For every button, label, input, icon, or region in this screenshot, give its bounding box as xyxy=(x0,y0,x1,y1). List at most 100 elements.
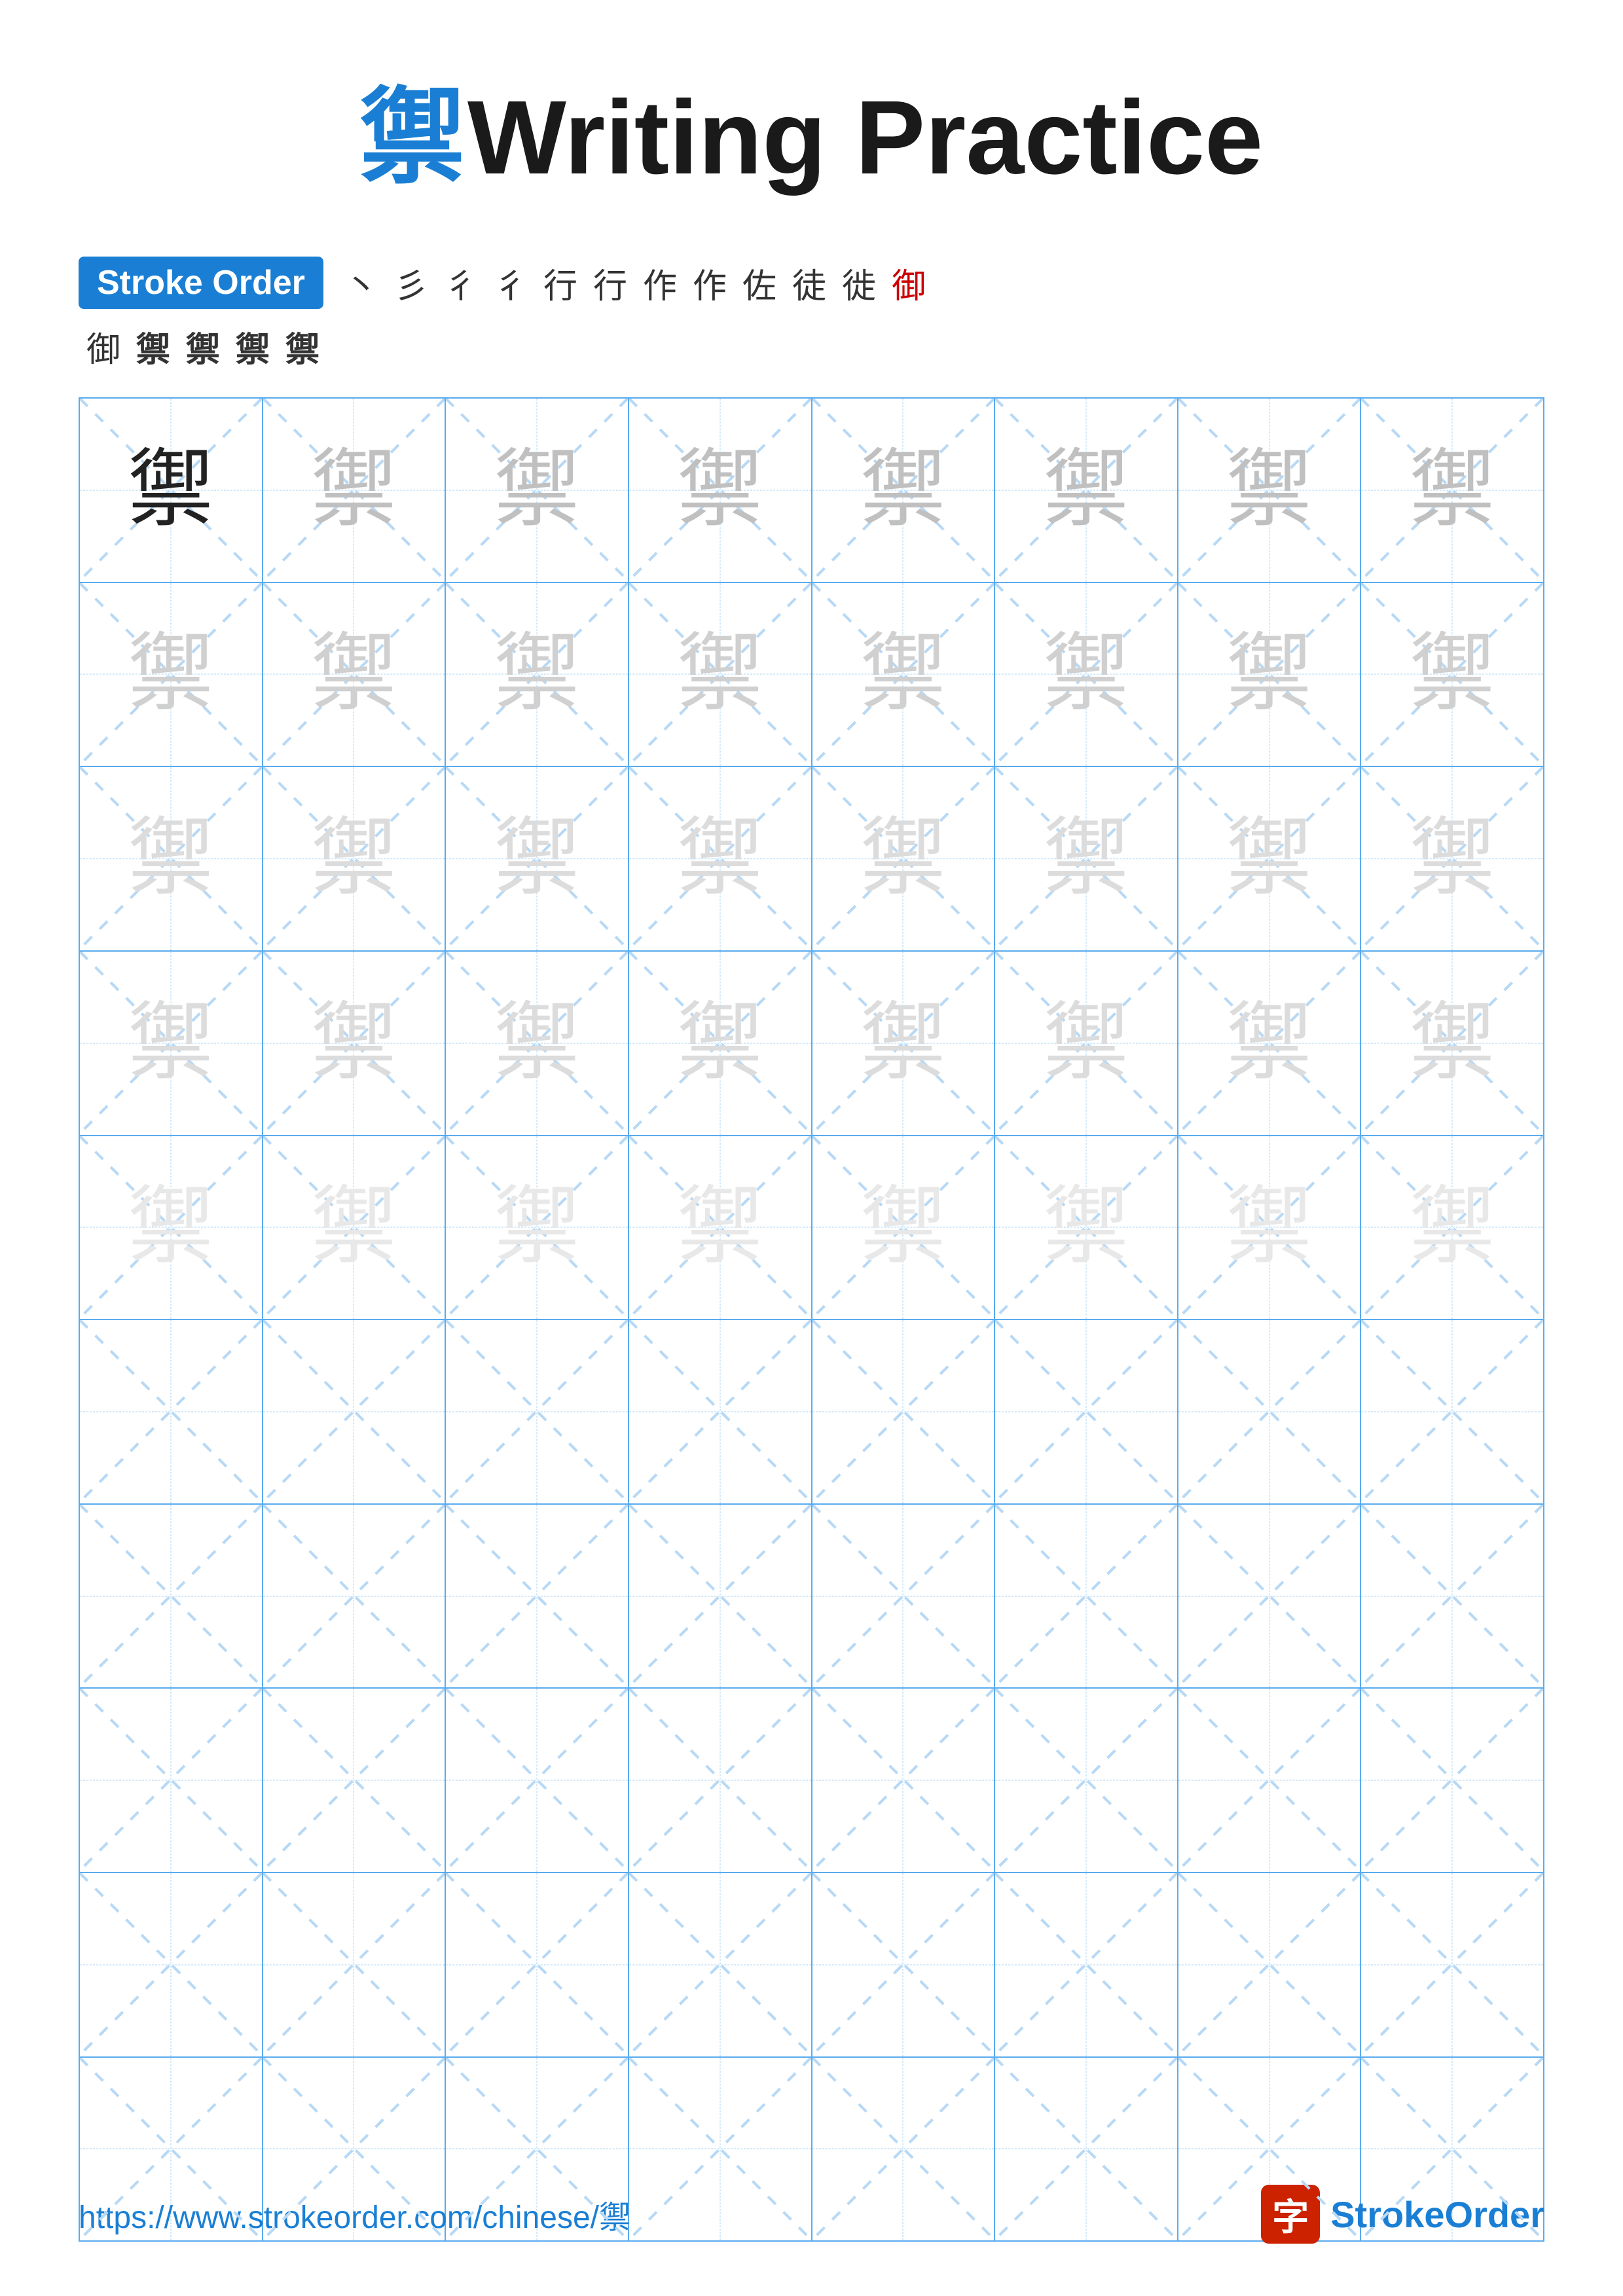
grid-cell-7-8[interactable] xyxy=(1361,1505,1543,1688)
stroke-step-3: 彳 xyxy=(444,259,478,308)
char-4-4: 禦 xyxy=(678,1001,763,1086)
grid-cell-1-1[interactable]: 禦 xyxy=(80,399,263,582)
grid-cell-4-8[interactable]: 禦 xyxy=(1361,952,1543,1135)
grid-cell-4-4[interactable]: 禦 xyxy=(629,952,812,1135)
grid-cell-2-2[interactable]: 禦 xyxy=(263,583,447,766)
grid-cell-9-2[interactable] xyxy=(263,1873,447,2056)
grid-cell-5-6[interactable]: 禦 xyxy=(995,1136,1178,1319)
char-4-6: 禦 xyxy=(1044,1001,1129,1086)
grid-cell-4-2[interactable]: 禦 xyxy=(263,952,447,1135)
grid-cell-4-1[interactable]: 禦 xyxy=(80,952,263,1135)
grid-cell-7-7[interactable] xyxy=(1178,1505,1362,1688)
grid-cell-5-5[interactable]: 禦 xyxy=(812,1136,996,1319)
grid-cell-7-2[interactable] xyxy=(263,1505,447,1688)
grid-cell-6-4[interactable] xyxy=(629,1320,812,1503)
grid-cell-1-4[interactable]: 禦 xyxy=(629,399,812,582)
stroke-step-2: 彡 xyxy=(394,259,428,308)
grid-cell-5-1[interactable]: 禦 xyxy=(80,1136,263,1319)
grid-cell-2-6[interactable]: 禦 xyxy=(995,583,1178,766)
grid-cell-5-2[interactable]: 禦 xyxy=(263,1136,447,1319)
grid-cell-9-4[interactable] xyxy=(629,1873,812,2056)
stroke-step-4: 彳 xyxy=(494,259,528,308)
grid-cell-1-6[interactable]: 禦 xyxy=(995,399,1178,582)
stroke-step-16: 禦 xyxy=(236,322,270,371)
grid-cell-10-7[interactable] xyxy=(1178,2058,1362,2241)
grid-cell-7-3[interactable] xyxy=(446,1505,629,1688)
grid-cell-3-6[interactable]: 禦 xyxy=(995,767,1178,950)
grid-cell-1-5[interactable]: 禦 xyxy=(812,399,996,582)
grid-cell-10-3[interactable] xyxy=(446,2058,629,2241)
grid-cell-3-2[interactable]: 禦 xyxy=(263,767,447,950)
grid-cell-10-8[interactable] xyxy=(1361,2058,1543,2241)
grid-cell-6-6[interactable] xyxy=(995,1320,1178,1503)
char-4-1: 禦 xyxy=(128,1001,213,1086)
title-character: 禦 xyxy=(360,80,465,196)
grid-cell-1-7[interactable]: 禦 xyxy=(1178,399,1362,582)
char-3-7: 禦 xyxy=(1227,816,1312,901)
grid-cell-2-7[interactable]: 禦 xyxy=(1178,583,1362,766)
grid-cell-1-8[interactable]: 禦 xyxy=(1361,399,1543,582)
char-2-2: 禦 xyxy=(311,632,396,717)
grid-cell-9-1[interactable] xyxy=(80,1873,263,2056)
grid-cell-1-3[interactable]: 禦 xyxy=(446,399,629,582)
grid-row-2: 禦 禦 禦 禦 禦 禦 禦 xyxy=(80,583,1543,768)
grid-cell-7-5[interactable] xyxy=(812,1505,996,1688)
grid-cell-10-2[interactable] xyxy=(263,2058,447,2241)
grid-cell-7-6[interactable] xyxy=(995,1505,1178,1688)
title-text: Writing Practice xyxy=(467,79,1263,196)
grid-cell-9-7[interactable] xyxy=(1178,1873,1362,2056)
grid-cell-7-1[interactable] xyxy=(80,1505,263,1688)
grid-cell-3-8[interactable]: 禦 xyxy=(1361,767,1543,950)
char-5-4: 禦 xyxy=(678,1185,763,1270)
grid-cell-7-4[interactable] xyxy=(629,1505,812,1688)
grid-cell-6-8[interactable] xyxy=(1361,1320,1543,1503)
grid-cell-9-6[interactable] xyxy=(995,1873,1178,2056)
grid-cell-3-5[interactable]: 禦 xyxy=(812,767,996,950)
stroke-step-11: 徙 xyxy=(842,259,876,308)
char-1-7: 禦 xyxy=(1227,448,1312,533)
grid-cell-2-3[interactable]: 禦 xyxy=(446,583,629,766)
grid-cell-4-7[interactable]: 禦 xyxy=(1178,952,1362,1135)
grid-cell-6-3[interactable] xyxy=(446,1320,629,1503)
grid-cell-4-5[interactable]: 禦 xyxy=(812,952,996,1135)
grid-cell-5-7[interactable]: 禦 xyxy=(1178,1136,1362,1319)
grid-cell-8-6[interactable] xyxy=(995,1689,1178,1872)
grid-cell-2-4[interactable]: 禦 xyxy=(629,583,812,766)
grid-cell-3-7[interactable]: 禦 xyxy=(1178,767,1362,950)
grid-cell-9-5[interactable] xyxy=(812,1873,996,2056)
grid-cell-2-8[interactable]: 禦 xyxy=(1361,583,1543,766)
grid-cell-8-5[interactable] xyxy=(812,1689,996,1872)
grid-cell-3-1[interactable]: 禦 xyxy=(80,767,263,950)
grid-cell-5-8[interactable]: 禦 xyxy=(1361,1136,1543,1319)
grid-cell-4-3[interactable]: 禦 xyxy=(446,952,629,1135)
grid-cell-5-3[interactable]: 禦 xyxy=(446,1136,629,1319)
grid-cell-6-7[interactable] xyxy=(1178,1320,1362,1503)
char-4-5: 禦 xyxy=(860,1001,945,1086)
stroke-step-7: 作 xyxy=(643,259,677,308)
grid-cell-9-3[interactable] xyxy=(446,1873,629,2056)
stroke-step-9: 佐 xyxy=(742,259,776,308)
grid-cell-5-4[interactable]: 禦 xyxy=(629,1136,812,1319)
grid-cell-8-1[interactable] xyxy=(80,1689,263,1872)
grid-cell-10-6[interactable] xyxy=(995,2058,1178,2241)
grid-cell-6-5[interactable] xyxy=(812,1320,996,1503)
grid-cell-3-4[interactable]: 禦 xyxy=(629,767,812,950)
grid-cell-6-1[interactable] xyxy=(80,1320,263,1503)
grid-cell-8-7[interactable] xyxy=(1178,1689,1362,1872)
grid-cell-8-2[interactable] xyxy=(263,1689,447,1872)
grid-cell-10-1[interactable] xyxy=(80,2058,263,2241)
char-5-8: 禦 xyxy=(1410,1185,1495,1270)
grid-cell-9-8[interactable] xyxy=(1361,1873,1543,2056)
grid-cell-8-3[interactable] xyxy=(446,1689,629,1872)
grid-cell-3-3[interactable]: 禦 xyxy=(446,767,629,950)
grid-cell-10-5[interactable] xyxy=(812,2058,996,2241)
grid-cell-2-1[interactable]: 禦 xyxy=(80,583,263,766)
grid-cell-10-4[interactable] xyxy=(629,2058,812,2241)
grid-cell-1-2[interactable]: 禦 xyxy=(263,399,447,582)
page: 禦 Writing Practice Stroke Order 丶 彡 彳 彳 … xyxy=(0,0,1623,2296)
grid-cell-2-5[interactable]: 禦 xyxy=(812,583,996,766)
grid-cell-4-6[interactable]: 禦 xyxy=(995,952,1178,1135)
grid-cell-6-2[interactable] xyxy=(263,1320,447,1503)
grid-cell-8-8[interactable] xyxy=(1361,1689,1543,1872)
grid-cell-8-4[interactable] xyxy=(629,1689,812,1872)
